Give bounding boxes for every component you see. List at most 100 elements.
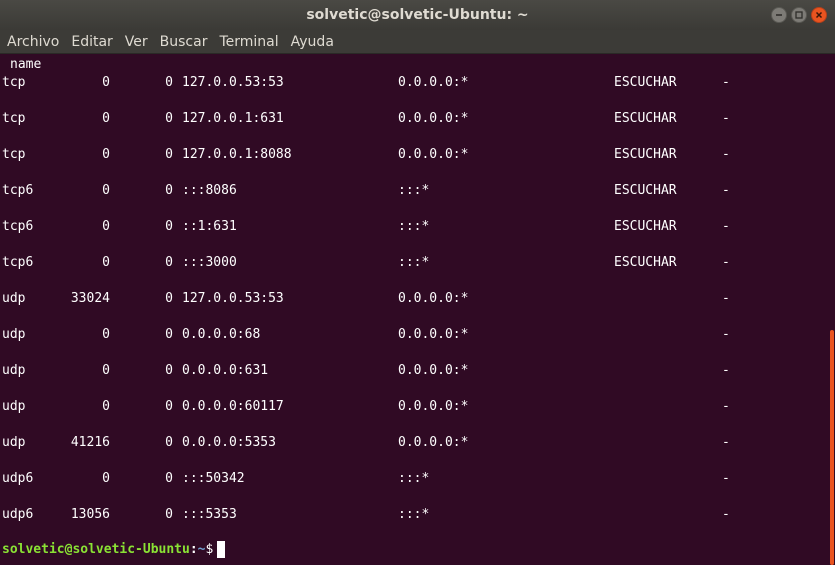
foreign-address-cell: 0.0.0.0:* xyxy=(398,291,469,306)
send-q-cell: 0 xyxy=(165,255,173,270)
program-cell: - xyxy=(722,111,730,126)
text-cursor xyxy=(217,541,226,558)
scrollbar-thumb[interactable] xyxy=(830,330,834,565)
state-cell: ESCUCHAR xyxy=(614,147,677,162)
foreign-address-cell: :::* xyxy=(398,219,430,234)
netstat-row: tcp 0 0 127.0.0.1:8088 0.0.0.0:* ESCUCHAR - xyxy=(0,146,835,164)
prompt-line[interactable]: solvetic@solvetic-Ubuntu:~$ xyxy=(2,541,226,559)
foreign-address-cell: 0.0.0.0:* xyxy=(398,147,469,162)
prompt-path: ~ xyxy=(197,542,206,557)
prompt-symbol: $ xyxy=(205,542,214,557)
proto-cell: tcp xyxy=(2,75,26,90)
local-address-cell: 0.0.0.0:60117 xyxy=(182,399,284,414)
recv-q-cell: 0 xyxy=(102,363,110,378)
netstat-row: tcp6 0 0:::3000:::* ESCUCHAR - xyxy=(0,254,835,272)
recv-q-cell: 0 xyxy=(102,471,110,486)
netstat-row: udp6 0 0:::50342:::* - xyxy=(0,470,835,488)
proto-cell: tcp6 xyxy=(2,219,34,234)
header-fragment: name xyxy=(10,57,42,72)
state-cell: ESCUCHAR xyxy=(614,183,677,198)
prompt-colon: : xyxy=(189,542,198,557)
local-address-cell: :::5353 xyxy=(182,507,237,522)
send-q-cell: 0 xyxy=(165,291,173,306)
send-q-cell: 0 xyxy=(165,147,173,162)
send-q-cell: 0 xyxy=(165,363,173,378)
menu-ayuda[interactable]: Ayuda xyxy=(285,30,340,53)
state-cell: ESCUCHAR xyxy=(614,111,677,126)
send-q-cell: 0 xyxy=(165,111,173,126)
send-q-cell: 0 xyxy=(165,435,173,450)
proto-cell: udp xyxy=(2,363,26,378)
program-cell: - xyxy=(722,183,730,198)
window-controls xyxy=(771,7,827,23)
local-address-cell: ::1:631 xyxy=(182,219,237,234)
title-bar[interactable]: solvetic@solvetic-Ubuntu: ~ xyxy=(0,0,835,30)
foreign-address-cell: :::* xyxy=(398,507,430,522)
local-address-cell: :::50342 xyxy=(182,471,245,486)
state-cell: ESCUCHAR xyxy=(614,219,677,234)
menu-editar[interactable]: Editar xyxy=(65,30,118,53)
menu-ver[interactable]: Ver xyxy=(119,30,154,53)
send-q-cell: 0 xyxy=(165,399,173,414)
send-q-cell: 0 xyxy=(165,507,173,522)
proto-cell: udp xyxy=(2,327,26,342)
state-cell: ESCUCHAR xyxy=(614,255,677,270)
program-cell: - xyxy=(722,291,730,306)
terminal-window: solvetic@solvetic-Ubuntu: ~ Archivo Edit… xyxy=(0,0,835,565)
maximize-button[interactable] xyxy=(791,7,807,23)
proto-cell: udp xyxy=(2,435,26,450)
recv-q-cell: 0 xyxy=(102,399,110,414)
foreign-address-cell: 0.0.0.0:* xyxy=(398,363,469,378)
local-address-cell: 127.0.0.53:53 xyxy=(182,75,284,90)
minimize-button[interactable] xyxy=(771,7,787,23)
foreign-address-cell: 0.0.0.0:* xyxy=(398,327,469,342)
foreign-address-cell: :::* xyxy=(398,471,430,486)
proto-cell: tcp6 xyxy=(2,183,34,198)
proto-cell: udp xyxy=(2,291,26,306)
terminal-output[interactable]: name tcp 0 0 127.0.0.53:53 0.0.0.0:* ESCUCHAR… xyxy=(0,54,835,565)
program-cell: - xyxy=(722,255,730,270)
foreign-address-cell: :::* xyxy=(398,183,430,198)
prompt-user-host: solvetic@solvetic-Ubuntu xyxy=(2,542,190,557)
proto-cell: udp6 xyxy=(2,471,34,486)
foreign-address-cell: 0.0.0.0:* xyxy=(398,111,469,126)
proto-cell: tcp6 xyxy=(2,255,34,270)
recv-q-cell: 0 xyxy=(102,183,110,198)
proto-cell: udp xyxy=(2,399,26,414)
recv-q-cell: 0 xyxy=(102,111,110,126)
recv-q-cell: 0 xyxy=(102,255,110,270)
send-q-cell: 0 xyxy=(165,75,173,90)
netstat-row: udp 33024 0 127.0.0.53:53 0.0.0.0:* - xyxy=(0,290,835,308)
menu-bar: Archivo Editar Ver Buscar Terminal Ayuda xyxy=(0,30,835,54)
recv-q-cell: 0 xyxy=(102,75,110,90)
local-address-cell: 0.0.0.0:5353 xyxy=(182,435,276,450)
recv-q-cell: 13056 xyxy=(70,507,110,522)
recv-q-cell: 0 xyxy=(102,327,110,342)
program-cell: - xyxy=(722,363,730,378)
send-q-cell: 0 xyxy=(165,183,173,198)
netstat-row: tcp6 0 0:::8086:::* ESCUCHAR - xyxy=(0,182,835,200)
netstat-row: tcp6 0 0::1:631:::* ESCUCHAR - xyxy=(0,218,835,236)
minimize-icon xyxy=(776,14,782,16)
recv-q-cell: 0 xyxy=(102,147,110,162)
proto-cell: tcp xyxy=(2,147,26,162)
close-icon xyxy=(815,11,823,19)
close-button[interactable] xyxy=(811,7,827,23)
program-cell: - xyxy=(722,75,730,90)
foreign-address-cell: 0.0.0.0:* xyxy=(398,399,469,414)
program-cell: - xyxy=(722,147,730,162)
recv-q-cell: 41216 xyxy=(70,435,110,450)
netstat-row: udp 0 0 0.0.0.0:60117 0.0.0.0:* - xyxy=(0,398,835,416)
state-cell: ESCUCHAR xyxy=(614,75,677,90)
menu-buscar[interactable]: Buscar xyxy=(154,30,214,53)
proto-cell: udp6 xyxy=(2,507,34,522)
netstat-row: udp 0 0 0.0.0.0:631 0.0.0.0:* - xyxy=(0,362,835,380)
maximize-icon xyxy=(795,11,803,19)
local-address-cell: 127.0.0.1:631 xyxy=(182,111,284,126)
menu-archivo[interactable]: Archivo xyxy=(1,30,65,53)
menu-terminal[interactable]: Terminal xyxy=(213,30,284,53)
send-q-cell: 0 xyxy=(165,327,173,342)
send-q-cell: 0 xyxy=(165,471,173,486)
foreign-address-cell: 0.0.0.0:* xyxy=(398,75,469,90)
program-cell: - xyxy=(722,399,730,414)
